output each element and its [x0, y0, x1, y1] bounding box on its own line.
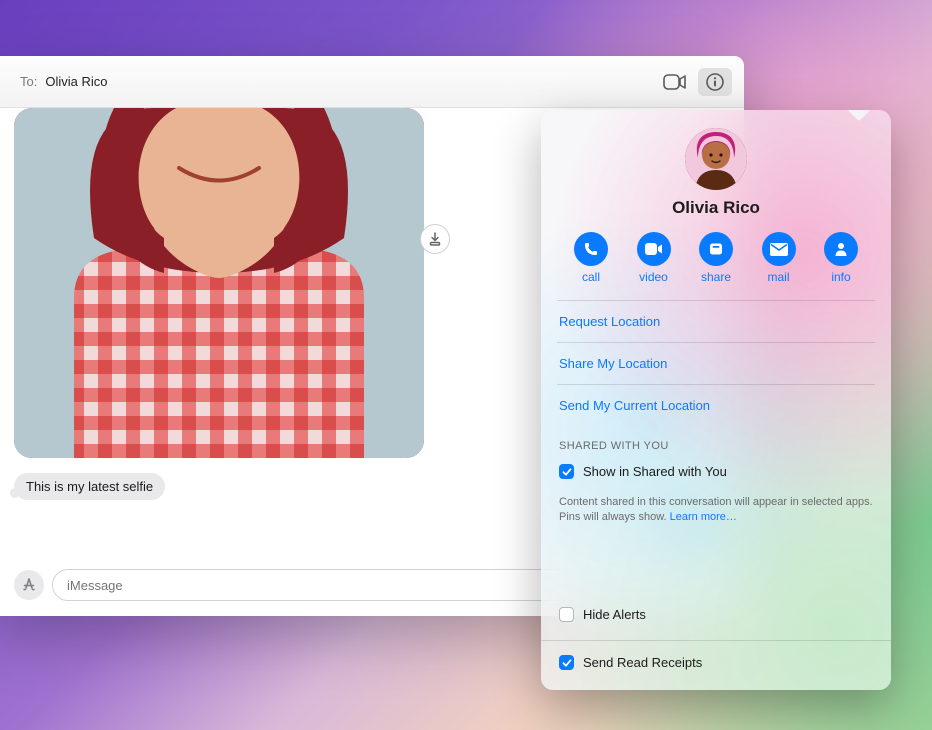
- phone-icon: [583, 241, 599, 257]
- send-current-location-link[interactable]: Send My Current Location: [557, 385, 875, 426]
- check-icon: [562, 467, 572, 477]
- received-image[interactable]: [14, 108, 424, 458]
- apps-button[interactable]: [14, 570, 44, 600]
- details-button[interactable]: [698, 68, 732, 96]
- hide-alerts-checkbox[interactable]: [559, 607, 574, 622]
- mail-icon: [770, 243, 788, 256]
- check-icon: [562, 658, 572, 668]
- hide-alerts-row[interactable]: Hide Alerts: [557, 603, 875, 626]
- info-label: info: [831, 270, 850, 284]
- mail-label: mail: [767, 270, 789, 284]
- info-icon: [706, 73, 724, 91]
- learn-more-link[interactable]: Learn more…: [670, 511, 737, 523]
- incoming-message-bubble[interactable]: This is my latest selfie: [14, 473, 165, 500]
- download-icon: [428, 232, 442, 246]
- facetime-button[interactable]: [658, 68, 692, 96]
- contact-name: Olivia Rico: [557, 198, 875, 218]
- show-in-shared-row[interactable]: Show in Shared with You: [557, 460, 875, 483]
- mail-action[interactable]: mail: [751, 232, 807, 284]
- appstore-icon: [21, 577, 37, 593]
- person-icon: [833, 241, 849, 257]
- avatar-illustration: [685, 128, 747, 190]
- call-action[interactable]: call: [563, 232, 619, 284]
- contact-avatar[interactable]: [685, 128, 747, 190]
- selfie-illustration: [14, 108, 424, 458]
- recipient-name: Olivia Rico: [45, 74, 107, 89]
- share-label: share: [701, 270, 731, 284]
- share-icon: [708, 241, 724, 257]
- read-receipts-row[interactable]: Send Read Receipts: [557, 651, 875, 680]
- share-action[interactable]: share: [688, 232, 744, 284]
- titlebar: To: Olivia Rico: [0, 56, 744, 108]
- download-image-button[interactable]: [420, 224, 450, 254]
- contact-actions: call video share mail info: [557, 232, 875, 284]
- read-receipts-label: Send Read Receipts: [583, 655, 702, 670]
- to-label: To:: [20, 74, 37, 89]
- share-my-location-link[interactable]: Share My Location: [557, 343, 875, 384]
- hide-alerts-label: Hide Alerts: [583, 607, 646, 622]
- video-icon: [645, 243, 663, 255]
- show-in-shared-checkbox[interactable]: [559, 464, 574, 479]
- shared-with-you-title: SHARED WITH YOU: [559, 440, 875, 452]
- to-field: To: Olivia Rico: [20, 74, 107, 89]
- video-action[interactable]: video: [626, 232, 682, 284]
- request-location-link[interactable]: Request Location: [557, 301, 875, 342]
- read-receipts-checkbox[interactable]: [559, 655, 574, 670]
- shared-helper-text: Content shared in this conversation will…: [559, 495, 873, 526]
- info-action[interactable]: info: [813, 232, 869, 284]
- video-icon: [663, 74, 687, 90]
- show-in-shared-label: Show in Shared with You: [583, 464, 727, 479]
- call-label: call: [582, 270, 600, 284]
- details-popover: Olivia Rico call video share mail: [541, 110, 891, 690]
- video-label: video: [639, 270, 668, 284]
